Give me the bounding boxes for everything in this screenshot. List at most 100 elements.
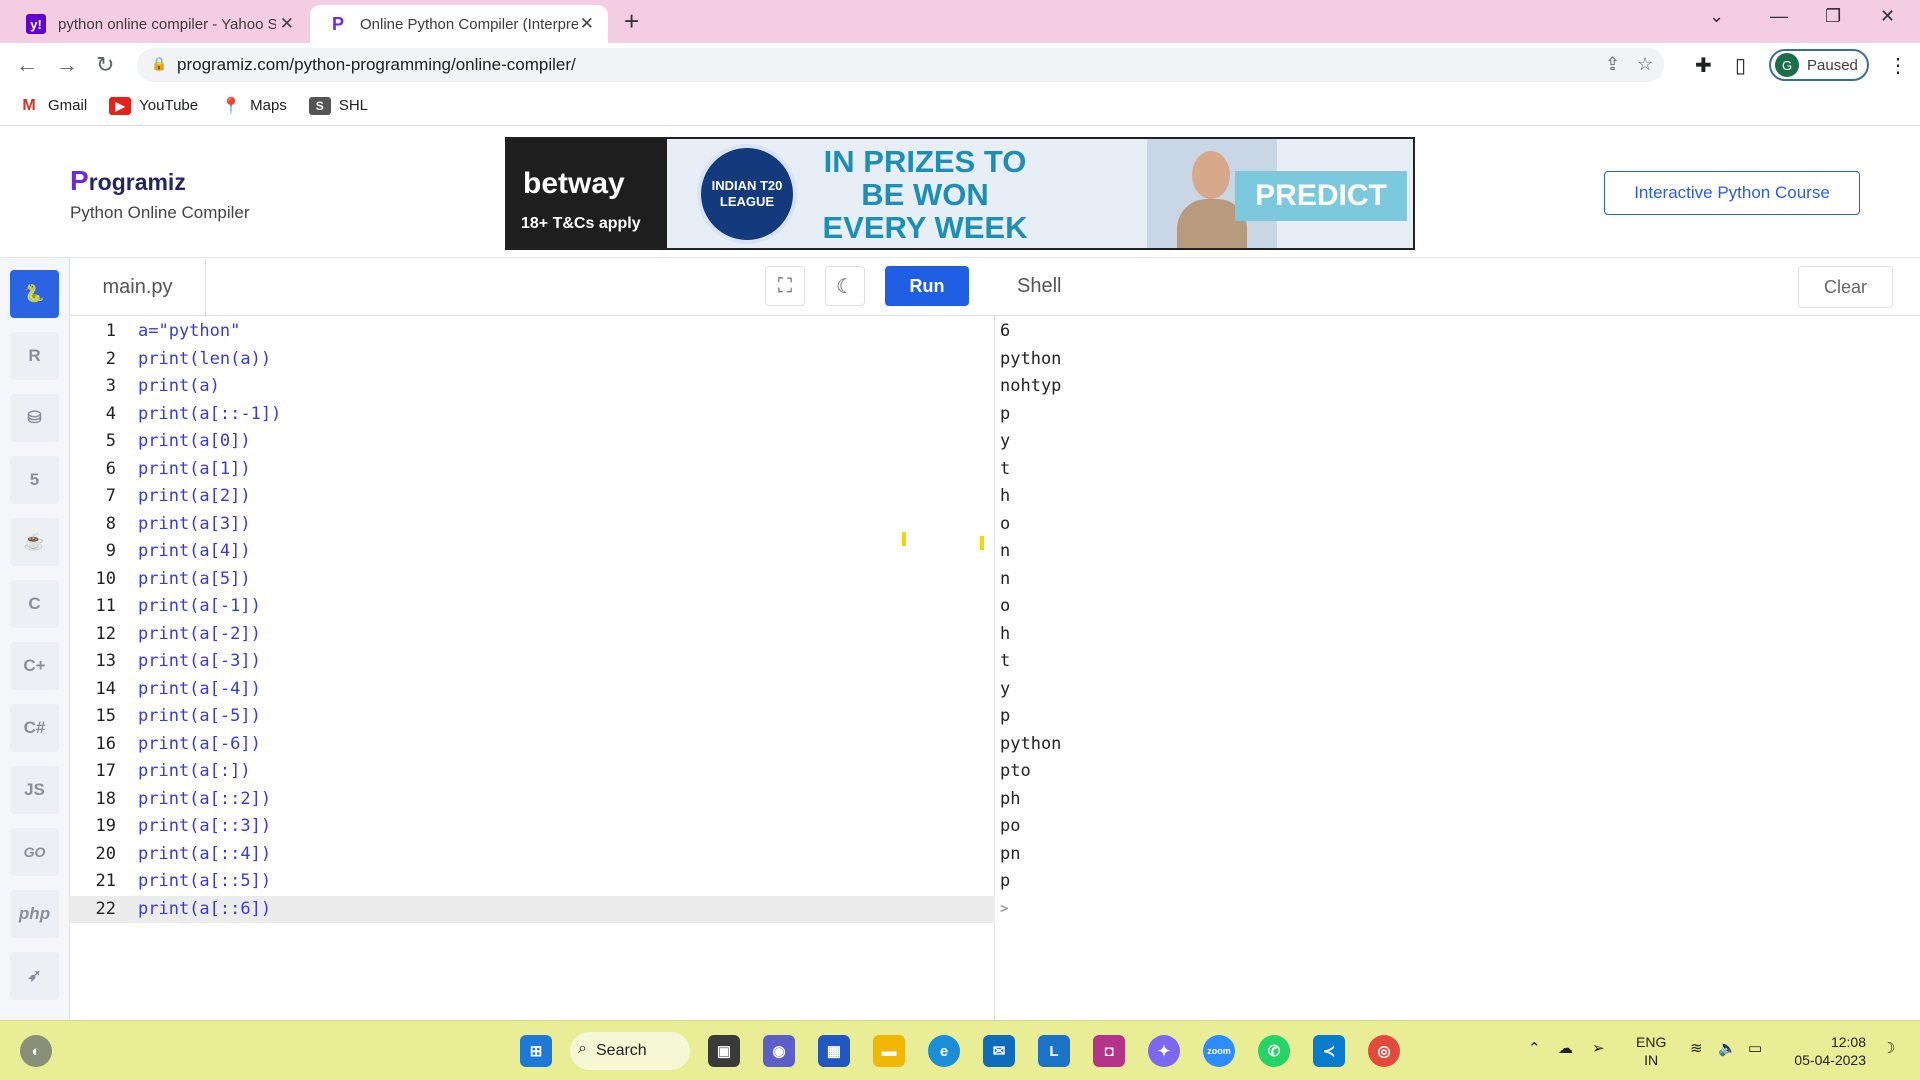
- php-language-icon[interactable]: php: [10, 890, 59, 938]
- code-line[interactable]: 18 print(a[::2]): [70, 786, 995, 814]
- advertisement-banner[interactable]: betway 18+ T&Cs apply INDIAN T20 LEAGUE …: [505, 137, 1415, 250]
- close-tab-icon[interactable]: ✕: [580, 14, 594, 34]
- clock[interactable]: 12:08 05-04-2023: [1786, 1033, 1866, 1069]
- share-icon[interactable]: ⇪: [1605, 54, 1620, 75]
- copilot-icon[interactable]: ✦: [1148, 1035, 1180, 1067]
- programiz-logo[interactable]: Programiz: [70, 165, 186, 197]
- code-line[interactable]: 3 print(a): [70, 373, 995, 401]
- edge-icon[interactable]: e: [928, 1035, 960, 1067]
- profile-button[interactable]: G Paused: [1769, 49, 1869, 81]
- code-line[interactable]: 9 print(a[4]): [70, 538, 995, 566]
- whatsapp-icon[interactable]: ✆: [1258, 1035, 1290, 1067]
- file-explorer-icon[interactable]: ▬: [873, 1035, 905, 1067]
- code-line[interactable]: 19 print(a[::3]): [70, 813, 995, 841]
- sql-language-icon[interactable]: ⛁: [10, 394, 59, 442]
- taskbar-search[interactable]: ⌕ Search: [570, 1032, 690, 1070]
- js-language-icon[interactable]: JS: [10, 766, 59, 814]
- address-bar[interactable]: 🔒 programiz.com/python-programming/onlin…: [137, 48, 1664, 82]
- tab-search-chevron-icon[interactable]: ⌄: [1709, 6, 1724, 27]
- teams-chat-icon[interactable]: ◉: [763, 1035, 795, 1067]
- html-language-icon[interactable]: 5: [10, 456, 59, 504]
- code-line[interactable]: 13 print(a[-3]): [70, 648, 995, 676]
- chrome-icon[interactable]: ◎: [1368, 1035, 1400, 1067]
- code-line[interactable]: 21 print(a[::5]): [70, 868, 995, 896]
- interactive-course-button[interactable]: Interactive Python Course: [1604, 171, 1860, 215]
- close-tab-icon[interactable]: ✕: [280, 14, 294, 34]
- l-app-icon[interactable]: L: [1038, 1035, 1070, 1067]
- bookmark-youtube[interactable]: ▶ YouTube: [109, 96, 198, 115]
- code-line[interactable]: 1 a="python": [70, 318, 995, 346]
- back-arrow-icon[interactable]: ←: [16, 52, 38, 78]
- minimize-button[interactable]: —: [1770, 6, 1788, 27]
- reload-icon[interactable]: ↻: [96, 52, 114, 78]
- bookmark-gmail[interactable]: M Gmail: [18, 96, 87, 115]
- volume-icon[interactable]: 🔈: [1718, 1039, 1737, 1057]
- code-line[interactable]: 22 print(a[::6]): [70, 895, 995, 923]
- output-line: o: [1000, 596, 1011, 616]
- output-line: h: [1000, 623, 1011, 644]
- r-language-icon[interactable]: R: [10, 332, 59, 380]
- clear-button[interactable]: Clear: [1798, 266, 1893, 308]
- swift-language-icon[interactable]: ➶: [10, 952, 59, 1000]
- code-line[interactable]: 8 print(a[3]): [70, 511, 995, 539]
- onedrive-cloud-icon[interactable]: ☁: [1558, 1039, 1573, 1057]
- task-view-icon[interactable]: ▣: [708, 1035, 740, 1067]
- bookmark-star-icon[interactable]: ☆: [1637, 54, 1653, 75]
- browser-tab[interactable]: y! python online compiler - Yahoo S ✕: [8, 5, 308, 43]
- code-line[interactable]: 20 print(a[::4]): [70, 841, 995, 869]
- code-line[interactable]: 12 print(a[-2]): [70, 621, 995, 649]
- browser-tab-active[interactable]: P Online Python Compiler (Interpre ✕: [310, 5, 608, 43]
- shell-output[interactable]: 6 python nohtyp p y t h o n n o h t y p python pto ph po pn…: [995, 316, 1920, 1020]
- code-line[interactable]: 15 print(a[-5]): [70, 703, 995, 731]
- code-line[interactable]: 16 print(a[-6]): [70, 731, 995, 759]
- bookmark-maps[interactable]: 📍 Maps: [220, 96, 287, 115]
- code-editor[interactable]: 1 a="python" 2 print(len(a)) 3 print(a) 4 print…: [70, 316, 995, 1020]
- code-line[interactable]: 2 print(len(a)): [70, 346, 995, 374]
- extensions-puzzle-icon[interactable]: ✚: [1695, 53, 1712, 78]
- vscode-icon[interactable]: ≺: [1313, 1035, 1345, 1067]
- code-line[interactable]: 4 print(a[::-1]): [70, 401, 995, 429]
- python-language-icon[interactable]: 🐍: [10, 270, 59, 318]
- focus-moon-icon[interactable]: ☽: [1882, 1039, 1895, 1057]
- csharp-language-icon[interactable]: C#: [10, 704, 59, 752]
- dark-mode-moon-icon[interactable]: ☾: [825, 266, 865, 306]
- zoom-icon[interactable]: zoom: [1203, 1035, 1235, 1067]
- go-language-icon[interactable]: GO: [10, 828, 59, 876]
- cpp-language-icon[interactable]: C+: [10, 642, 59, 690]
- java-language-icon[interactable]: ☕: [10, 518, 59, 566]
- tray-chevron-up-icon[interactable]: ⌃: [1528, 1039, 1541, 1057]
- code-line[interactable]: 14 print(a[-4]): [70, 676, 995, 704]
- new-tab-button[interactable]: +: [624, 6, 639, 37]
- restore-button[interactable]: ❐: [1825, 6, 1841, 27]
- ad-predict-button[interactable]: PREDICT: [1235, 171, 1407, 221]
- output-line: p: [1000, 871, 1011, 891]
- file-tab[interactable]: main.py: [70, 258, 206, 316]
- line-number: 15: [95, 706, 116, 726]
- language-indicator[interactable]: ENG IN: [1636, 1033, 1666, 1069]
- store-icon[interactable]: ▦: [818, 1035, 850, 1067]
- wifi-icon[interactable]: ≋: [1690, 1039, 1703, 1057]
- code-line[interactable]: 17 print(a[:]): [70, 758, 995, 786]
- gmail-icon: M: [18, 96, 40, 115]
- bookmark-shl[interactable]: S SHL: [308, 96, 368, 115]
- windows-start-icon[interactable]: ⊞: [520, 1035, 552, 1067]
- widgets-icon[interactable]: ◐: [20, 1035, 52, 1067]
- location-arrow-icon[interactable]: ➢: [1592, 1039, 1605, 1057]
- run-button[interactable]: Run: [885, 266, 969, 306]
- code-line[interactable]: 6 print(a[1]): [70, 456, 995, 484]
- region-code: IN: [1644, 1052, 1659, 1068]
- battery-icon[interactable]: ▭: [1748, 1039, 1762, 1057]
- mail-icon[interactable]: ✉: [983, 1035, 1015, 1067]
- code-line[interactable]: 11 print(a[-1]): [70, 593, 995, 621]
- c-language-icon[interactable]: C: [10, 580, 59, 628]
- close-window-button[interactable]: ✕: [1880, 6, 1895, 27]
- code-line[interactable]: 5 print(a[0]): [70, 428, 995, 456]
- code-line[interactable]: 7 print(a[2]): [70, 483, 995, 511]
- editor-marker: [980, 536, 984, 550]
- forward-arrow-icon[interactable]: →: [56, 52, 78, 78]
- more-menu-icon[interactable]: ⋮: [1888, 53, 1908, 78]
- code-line[interactable]: 10 print(a[5]): [70, 566, 995, 594]
- side-panel-icon[interactable]: ▯: [1735, 53, 1746, 78]
- app-icon[interactable]: ◘: [1093, 1035, 1125, 1067]
- fullscreen-icon[interactable]: ⛶: [765, 266, 805, 306]
